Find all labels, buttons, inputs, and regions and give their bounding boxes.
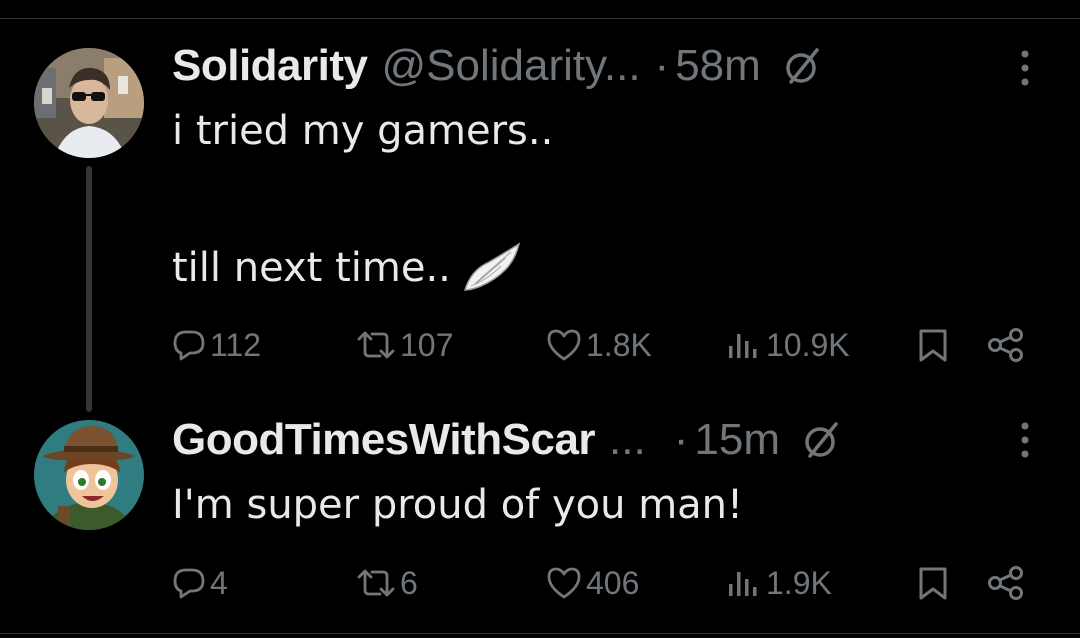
views-button[interactable]: 10.9K [726, 322, 850, 368]
user-handle[interactable]: ... [609, 415, 646, 465]
avatar-goodtimeswithscar-image [34, 420, 144, 530]
more-icon[interactable] [1018, 48, 1032, 88]
top-divider [0, 18, 1080, 19]
bookmark-button[interactable] [916, 560, 950, 606]
share-icon [988, 328, 1023, 362]
reply-count: 4 [210, 564, 228, 601]
like-icon [547, 567, 581, 599]
reply-icon [173, 568, 205, 599]
tweet-text-line-1: I'm super proud of you man! [172, 482, 744, 528]
tweet-header: GoodTimesWithScar ... · 15m [172, 412, 842, 468]
tweet-actions: 112 107 1.8K 10.9K [172, 322, 1032, 368]
like-icon [547, 329, 581, 361]
tweet-text-line-2-wrap: till next time.. [172, 240, 523, 296]
like-button[interactable]: 1.8K [546, 322, 652, 368]
views-icon [729, 334, 757, 358]
views-icon [729, 572, 757, 596]
grok-icon[interactable] [802, 420, 842, 460]
more-icon[interactable] [1018, 420, 1032, 460]
like-count: 406 [586, 564, 640, 601]
avatar-solidarity[interactable] [34, 48, 144, 158]
bookmark-icon [919, 567, 947, 600]
avatar-solidarity-image [34, 48, 144, 158]
avatar-goodtimeswithscar[interactable] [34, 420, 144, 530]
bookmark-button[interactable] [916, 322, 950, 368]
retweet-button[interactable]: 107 [356, 322, 453, 368]
user-handle[interactable]: @Solidarity... [382, 41, 641, 91]
retweet-button[interactable]: 6 [356, 560, 418, 606]
timestamp[interactable]: 58m [675, 41, 761, 91]
display-name[interactable]: GoodTimesWithScar [172, 415, 596, 465]
retweet-icon [357, 331, 395, 359]
separator-dot: · [673, 415, 689, 464]
reply-count: 112 [210, 326, 262, 363]
views-count: 10.9K [766, 326, 850, 363]
bottom-divider [0, 633, 1080, 634]
retweet-count: 6 [400, 564, 418, 601]
tweet-header: Solidarity @Solidarity... · 58m [172, 38, 823, 94]
reply-button[interactable]: 112 [172, 322, 261, 368]
retweet-icon [357, 569, 395, 597]
retweet-count: 107 [400, 326, 454, 363]
wing-icon [463, 242, 521, 291]
tweet-text-line-2: till next time.. [172, 245, 451, 291]
bookmark-icon [919, 329, 947, 362]
tweet-actions: 4 6 406 1.9K [172, 560, 1032, 606]
tweet-text-line-1: i tried my gamers.. [172, 108, 554, 154]
display-name[interactable]: Solidarity [172, 41, 368, 91]
share-icon [988, 566, 1023, 600]
separator-dot: · [654, 41, 670, 90]
timestamp[interactable]: 15m [694, 415, 780, 465]
views-button[interactable]: 1.9K [726, 560, 832, 606]
share-button[interactable] [986, 322, 1026, 368]
like-button[interactable]: 406 [546, 560, 639, 606]
reply-button[interactable]: 4 [172, 560, 228, 606]
grok-icon[interactable] [783, 46, 823, 86]
reply-icon [173, 330, 205, 361]
like-count: 1.8K [586, 326, 652, 363]
share-button[interactable] [986, 560, 1026, 606]
thread-connector-line [86, 166, 92, 412]
views-count: 1.9K [766, 564, 832, 601]
